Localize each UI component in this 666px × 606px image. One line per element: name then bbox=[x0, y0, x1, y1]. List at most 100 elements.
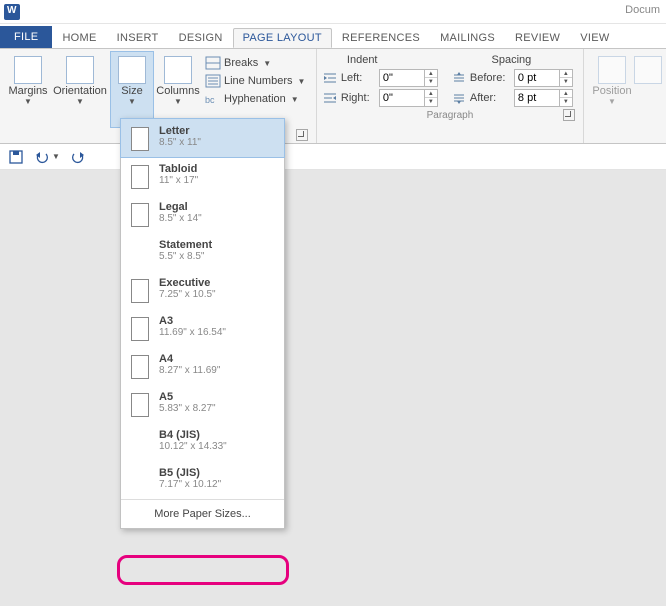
size-label: Size bbox=[121, 86, 142, 97]
breaks-button[interactable]: Breaks ▼ bbox=[202, 55, 308, 71]
spinner-down-icon[interactable]: ▼ bbox=[425, 98, 437, 106]
size-option-a4[interactable]: A48.27" x 11.69" bbox=[121, 347, 284, 385]
line-numbers-label: Line Numbers bbox=[224, 75, 292, 87]
hyphenation-label: Hyphenation bbox=[224, 93, 286, 105]
size-option-name: B4 (JIS) bbox=[159, 429, 227, 441]
line-numbers-button[interactable]: Line Numbers ▼ bbox=[202, 73, 308, 89]
tab-view[interactable]: VIEW bbox=[570, 28, 619, 48]
chevron-down-icon: ▼ bbox=[76, 98, 84, 106]
paper-thumb-icon bbox=[131, 393, 149, 417]
spacing-before-input[interactable] bbox=[515, 72, 559, 84]
size-option-name: Statement bbox=[159, 239, 212, 251]
size-option-dimensions: 8.5" x 14" bbox=[159, 213, 202, 224]
size-option-a5[interactable]: A55.83" x 8.27" bbox=[121, 385, 284, 423]
spacing-after-spinner[interactable]: ▲▼ bbox=[514, 89, 573, 107]
more-paper-sizes-button[interactable]: More Paper Sizes... bbox=[121, 504, 284, 524]
spacing-after-input[interactable] bbox=[515, 92, 559, 104]
columns-button[interactable]: Columns ▼ bbox=[156, 51, 200, 128]
save-icon[interactable] bbox=[8, 149, 24, 165]
tab-file[interactable]: FILE bbox=[0, 26, 52, 48]
indent-right-label: Right: bbox=[341, 92, 375, 104]
paragraph-group-label: Paragraph bbox=[427, 110, 474, 121]
tab-design[interactable]: DESIGN bbox=[169, 28, 233, 48]
page-setup-extras: Breaks ▼ Line Numbers ▼ bc Hyphenation ▼ bbox=[202, 51, 308, 128]
spacing-before-label: Before: bbox=[470, 72, 510, 84]
size-option-tabloid[interactable]: Tabloid11" x 17" bbox=[121, 157, 284, 195]
size-option-b5-jis-[interactable]: B5 (JIS)7.17" x 10.12" bbox=[121, 461, 284, 499]
indent-left-label: Left: bbox=[341, 72, 375, 84]
size-option-b4-jis-[interactable]: B4 (JIS)10.12" x 14.33" bbox=[121, 423, 284, 461]
document-canvas[interactable] bbox=[0, 170, 666, 606]
tab-review[interactable]: REVIEW bbox=[505, 28, 570, 48]
size-button[interactable]: Size ▼ bbox=[110, 51, 154, 128]
tab-insert[interactable]: INSERT bbox=[107, 28, 169, 48]
quick-access-toolbar: ▼ bbox=[0, 144, 666, 170]
ribbon-tabs: FILE HOMEINSERTDESIGNPAGE LAYOUTREFERENC… bbox=[0, 24, 666, 48]
spacing-before-spinner[interactable]: ▲▼ bbox=[514, 69, 573, 87]
size-option-dimensions: 11.69" x 16.54" bbox=[159, 327, 226, 338]
tab-references[interactable]: REFERENCES bbox=[332, 28, 430, 48]
redo-icon[interactable] bbox=[70, 149, 86, 165]
size-option-name: A3 bbox=[159, 315, 226, 327]
size-option-dimensions: 5.83" x 8.27" bbox=[159, 403, 216, 414]
title-bar: Docum bbox=[0, 0, 666, 24]
spinner-up-icon[interactable]: ▲ bbox=[560, 90, 572, 98]
size-option-letter[interactable]: Letter8.5" x 11" bbox=[121, 119, 284, 157]
size-option-dimensions: 11" x 17" bbox=[159, 175, 198, 186]
size-option-dimensions: 8.27" x 11.69" bbox=[159, 365, 220, 376]
paper-thumb-icon bbox=[131, 165, 149, 189]
spinner-up-icon[interactable]: ▲ bbox=[425, 70, 437, 78]
wrap-text-button bbox=[636, 51, 660, 143]
chevron-down-icon: ▼ bbox=[263, 59, 271, 68]
undo-split-icon[interactable]: ▼ bbox=[52, 152, 60, 161]
spinner-down-icon[interactable]: ▼ bbox=[560, 98, 572, 106]
undo-icon[interactable] bbox=[34, 149, 50, 165]
size-option-dimensions: 10.12" x 14.33" bbox=[159, 441, 227, 452]
orientation-icon bbox=[66, 56, 94, 84]
indent-left-spinner[interactable]: ▲▼ bbox=[379, 69, 438, 87]
chevron-down-icon: ▼ bbox=[128, 98, 136, 106]
chevron-down-icon: ▼ bbox=[608, 98, 616, 106]
spinner-up-icon[interactable]: ▲ bbox=[560, 70, 572, 78]
size-option-dimensions: 7.17" x 10.12" bbox=[159, 479, 221, 490]
wrap-text-icon bbox=[634, 56, 662, 84]
spinner-down-icon[interactable]: ▼ bbox=[560, 78, 572, 86]
spacing-after-label: After: bbox=[470, 92, 510, 104]
size-option-name: Tabloid bbox=[159, 163, 198, 175]
tab-home[interactable]: HOME bbox=[52, 28, 106, 48]
tab-mailings[interactable]: MAILINGS bbox=[430, 28, 505, 48]
spinner-down-icon[interactable]: ▼ bbox=[425, 78, 437, 86]
group-arrange: Position ▼ bbox=[584, 49, 666, 143]
indent-right-input[interactable] bbox=[380, 92, 424, 104]
indent-header: Indent bbox=[347, 54, 378, 66]
orientation-button[interactable]: Orientation ▼ bbox=[52, 51, 108, 128]
hyphenation-button[interactable]: bc Hyphenation ▼ bbox=[202, 91, 308, 107]
spacing-after-icon bbox=[452, 92, 466, 104]
group-paragraph: Indent Spacing Left: ▲▼ Before: ▲▼ Right… bbox=[317, 49, 584, 143]
indent-left-input[interactable] bbox=[380, 72, 424, 84]
page-setup-dialog-launcher[interactable] bbox=[296, 129, 308, 141]
orientation-label: Orientation bbox=[53, 86, 107, 97]
chevron-down-icon: ▼ bbox=[174, 98, 182, 106]
document-title: Docum bbox=[625, 4, 660, 16]
size-option-statement[interactable]: Statement5.5" x 8.5" bbox=[121, 233, 284, 271]
size-option-name: B5 (JIS) bbox=[159, 467, 221, 479]
size-option-name: Letter bbox=[159, 125, 201, 137]
size-option-dimensions: 5.5" x 8.5" bbox=[159, 251, 212, 262]
indent-right-spinner[interactable]: ▲▼ bbox=[379, 89, 438, 107]
size-option-executive[interactable]: Executive7.25" x 10.5" bbox=[121, 271, 284, 309]
tab-page-layout[interactable]: PAGE LAYOUT bbox=[233, 28, 332, 48]
size-option-dimensions: 7.25" x 10.5" bbox=[159, 289, 216, 300]
size-option-name: A4 bbox=[159, 353, 220, 365]
size-option-legal[interactable]: Legal8.5" x 14" bbox=[121, 195, 284, 233]
paragraph-dialog-launcher[interactable] bbox=[563, 109, 575, 121]
margins-button[interactable]: Margins ▼ bbox=[6, 51, 50, 128]
size-option-name: A5 bbox=[159, 391, 216, 403]
paper-thumb-icon bbox=[131, 355, 149, 379]
size-option-a3[interactable]: A311.69" x 16.54" bbox=[121, 309, 284, 347]
paper-thumb-icon bbox=[131, 279, 149, 303]
spinner-up-icon[interactable]: ▲ bbox=[425, 90, 437, 98]
paper-thumb-icon bbox=[131, 203, 149, 227]
chevron-down-icon: ▼ bbox=[297, 77, 305, 86]
indent-left-icon bbox=[323, 72, 337, 84]
